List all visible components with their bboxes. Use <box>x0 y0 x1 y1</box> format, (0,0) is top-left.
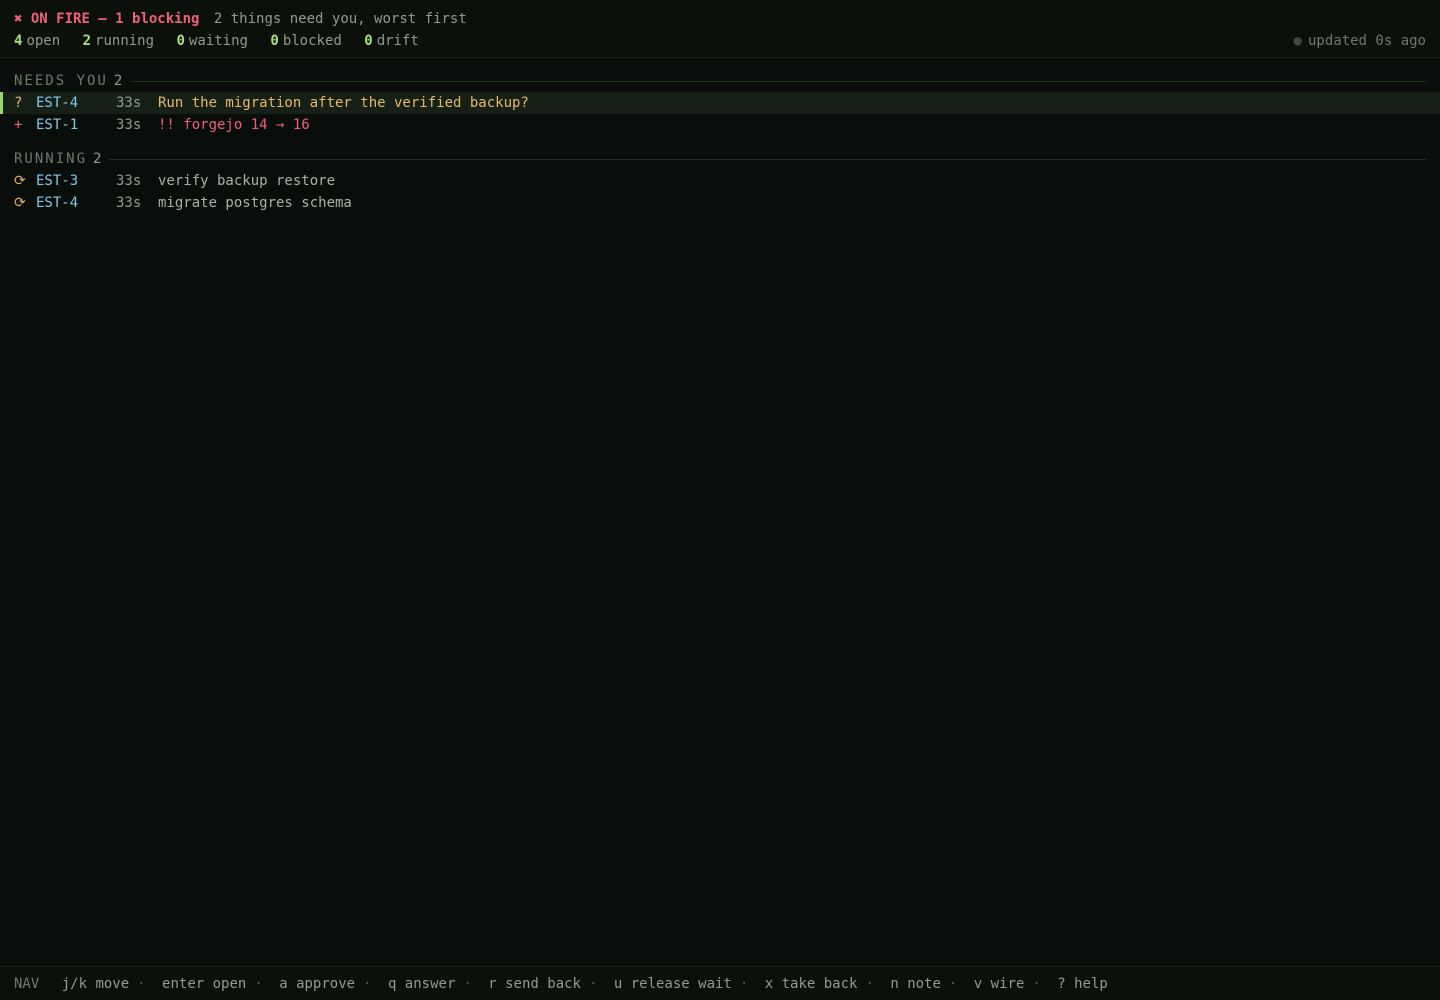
updated-text: updated 0s ago <box>1307 33 1426 49</box>
ticket-id: EST-4 <box>36 95 79 111</box>
list-item[interactable]: ⟳ EST-3 33s verify backup restore <box>0 170 1440 192</box>
stat-blocked: 0 blocked <box>270 33 342 49</box>
alert-label: ON FIRE — 1 blocking <box>30 11 200 27</box>
ticket-text: migrate postgres schema <box>158 195 352 211</box>
keybinding-footer: NAV j/k move · enter open · a approve · q a… <box>0 966 1440 1000</box>
status-header: ✖ ON FIRE — 1 blocking 2 things need you… <box>0 0 1440 58</box>
ticket-age: 33s <box>116 173 142 189</box>
key-hint-approve: a approve <box>279 976 356 992</box>
updated-indicator: ● updated 0s ago <box>1294 30 1426 52</box>
key-hint-release-wait: u release wait <box>613 976 732 992</box>
section-divider <box>130 80 1426 82</box>
ticket-id: EST-1 <box>36 117 79 133</box>
key-hint-send-back: r send back <box>488 976 581 992</box>
key-hint-note: n note <box>890 976 941 992</box>
ticket-id: EST-4 <box>36 195 79 211</box>
key-hint-wire: v wire <box>973 976 1025 992</box>
ticket-text: !! forgejo 14 → 16 <box>158 117 310 133</box>
section-header: RUNNING 2 <box>0 148 1440 170</box>
section-header: NEEDS YOU 2 <box>0 70 1440 92</box>
alert-line: ✖ ON FIRE — 1 blocking 2 things need you… <box>14 8 1426 30</box>
mode-indicator: NAV <box>14 976 40 992</box>
ticket-text: verify backup restore <box>158 173 336 189</box>
list-item[interactable]: ⟳ EST-4 33s migrate postgres schema <box>0 192 1440 214</box>
ticket-age: 33s <box>116 95 142 111</box>
plus-icon: + <box>14 117 23 133</box>
key-hint-take-back: x take back <box>764 976 858 992</box>
stat-running: 2 running <box>82 33 155 49</box>
status-dot-icon: ● <box>1293 33 1302 49</box>
stat-drift: 0 drift <box>364 33 419 49</box>
app-window: ✖ ON FIRE — 1 blocking 2 things need you… <box>0 0 1440 1000</box>
key-hint-help: ? help <box>1057 976 1108 992</box>
alert-detail: 2 things need you, worst first <box>213 11 467 27</box>
fire-icon: ✖ <box>14 11 23 27</box>
stats-line: 4 open 2 running 0 waiting 0 blocked 0 drift … <box>14 30 1426 52</box>
key-hint-open: enter open <box>162 976 247 992</box>
section-running: RUNNING 2 ⟳ EST-3 33s verify backup rest… <box>0 148 1440 214</box>
key-hint-move: j/k move <box>61 976 130 992</box>
list-item[interactable]: + EST-1 33s !! forgejo 14 → 16 <box>0 114 1440 136</box>
key-hint-answer: q answer <box>387 976 456 992</box>
section-title: RUNNING <box>14 151 88 167</box>
list-item[interactable]: ? EST-4 33s Run the migration after the … <box>0 92 1440 114</box>
stat-waiting: 0 waiting <box>176 33 248 49</box>
section-needs-you: NEEDS YOU 2 ? EST-4 33s Run the migratio… <box>0 70 1440 136</box>
section-count: 2 <box>93 151 102 167</box>
question-icon: ? <box>14 95 23 111</box>
spinner-icon: ⟳ <box>14 195 26 211</box>
spinner-icon: ⟳ <box>14 173 26 189</box>
stat-open: 4 open <box>14 33 61 49</box>
ticket-text: Run the migration after the verified bac… <box>158 95 529 111</box>
ticket-age: 33s <box>116 195 142 211</box>
section-count: 2 <box>113 73 123 89</box>
section-divider <box>109 158 1426 160</box>
section-title: NEEDS YOU <box>14 73 108 89</box>
ticket-age: 33s <box>116 117 142 133</box>
ticket-id: EST-3 <box>36 173 79 189</box>
